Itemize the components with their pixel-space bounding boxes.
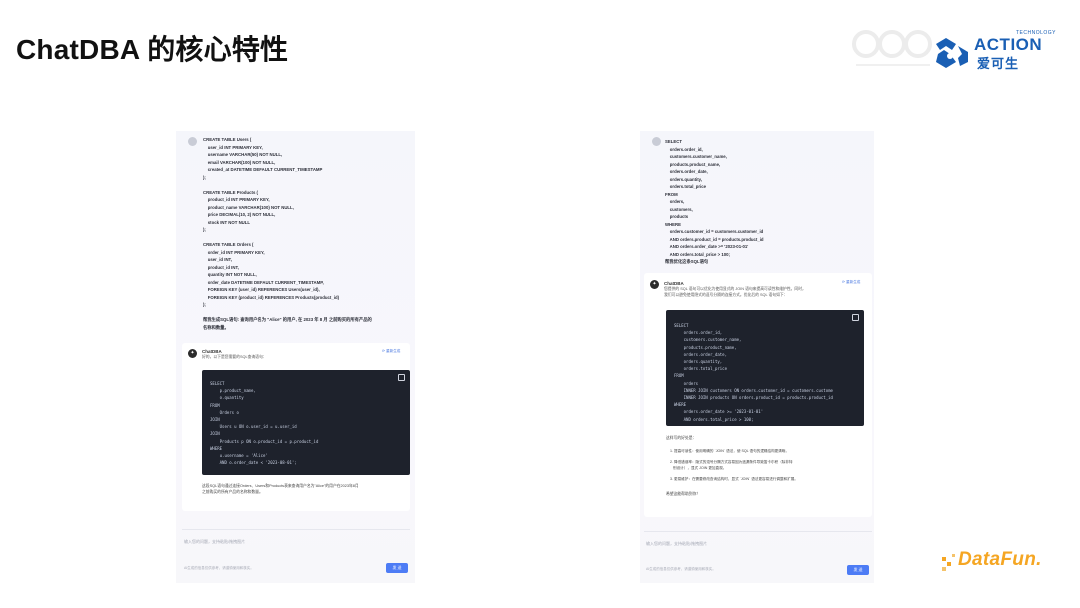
regenerate-label: 重新生成 bbox=[386, 349, 401, 353]
chat-input[interactable]: 输入您的问题，支持粘贴/拖拽图片 bbox=[184, 539, 245, 545]
faint-logo-icon bbox=[852, 30, 932, 66]
input-divider bbox=[644, 531, 872, 532]
send-button[interactable]: 发 送 bbox=[847, 565, 869, 575]
sql-code: SELECT orders.order_id, customers.custom… bbox=[674, 323, 833, 422]
chat-window-right: SELECT orders.order_id, customers.custom… bbox=[640, 131, 874, 583]
chatgpt-logo-icon: ✦ bbox=[650, 280, 659, 289]
copy-icon[interactable] bbox=[398, 374, 405, 381]
refresh-icon: ⟳ bbox=[842, 280, 846, 284]
code-block: SELECT p.product_name, o.quantity FROM O… bbox=[202, 370, 410, 475]
slide-title: ChatDBA 的核心特性 bbox=[16, 34, 289, 65]
input-divider bbox=[182, 529, 410, 530]
bot-response-card: ✦ ChatDBA 好的，以下是您需要的SQL查询语句： ⟳ 重新生成 SELE… bbox=[182, 343, 410, 511]
disclaimer-text: AI生成的信息仅供参考，请谨慎使用和核实。 bbox=[646, 567, 716, 571]
bot-name: ChatDBA bbox=[664, 281, 684, 286]
bot-name: ChatDBA bbox=[202, 349, 222, 354]
user-avatar bbox=[652, 137, 661, 146]
chat-window-left: CREATE TABLE Users ( user_id INT PRIMARY… bbox=[176, 131, 415, 583]
bot-closing: 希望这能帮助到你！ bbox=[666, 492, 701, 496]
user-avatar bbox=[188, 137, 197, 146]
bot-response-card: ✦ ChatDBA 您提供的 SQL 语句可以优化为使用显式的 JOIN 语句来… bbox=[644, 273, 872, 517]
bot-explanation: 这段SQL语句通过连接Orders、Users和Products表来查询用户名为… bbox=[202, 484, 359, 494]
regenerate-button[interactable]: ⟳ 重新生成 bbox=[382, 349, 400, 354]
list-item: 1. 提高可读性：使用明确的 `JOIN` 语法，使 SQL 语句的逻辑结构更清… bbox=[670, 449, 790, 453]
chatgpt-logo-icon: ✦ bbox=[188, 349, 197, 358]
action-brand-cn: 爱可生 bbox=[977, 56, 1020, 71]
sql-code: SELECT p.product_name, o.quantity FROM O… bbox=[210, 381, 319, 466]
bot-intro-text: 您提供的 SQL 语句可以优化为使用显式的 JOIN 语句来提高可读性和维护性。… bbox=[664, 287, 806, 297]
points-intro: 这样写的好处是： bbox=[666, 436, 697, 440]
copy-icon[interactable] bbox=[852, 314, 859, 321]
code-block: SELECT orders.order_id, customers.custom… bbox=[666, 310, 864, 426]
user-prompt-text: SELECT orders.order_id, customers.custom… bbox=[665, 139, 764, 264]
refresh-icon: ⟳ bbox=[382, 349, 386, 353]
bot-intro-text: 好的，以下是您需要的SQL查询语句： bbox=[202, 355, 267, 359]
regenerate-label: 重新生成 bbox=[846, 280, 861, 284]
datafun-brand-name: DataFun. bbox=[958, 549, 1042, 570]
action-brand-name: ACTION bbox=[974, 35, 1043, 54]
chat-input[interactable]: 输入您的问题，支持粘贴/拖拽图片 bbox=[646, 541, 707, 547]
user-prompt-text: CREATE TABLE Users ( user_id INT PRIMARY… bbox=[203, 137, 372, 330]
list-item: 2. 降低错误率：隐式的逗号分隔方式容易因为遗漏条件导致笛卡尔积（除非特 别设计… bbox=[670, 460, 793, 470]
list-item: 3. 更易维护：在需要修改查询结构时，显式 `JOIN` 语法更容易进行调整和扩… bbox=[670, 477, 798, 481]
send-button[interactable]: 发 送 bbox=[386, 563, 408, 573]
regenerate-button[interactable]: ⟳ 重新生成 bbox=[842, 280, 860, 285]
disclaimer-text: AI生成的信息仅供参考，请谨慎使用和核实。 bbox=[184, 566, 254, 570]
